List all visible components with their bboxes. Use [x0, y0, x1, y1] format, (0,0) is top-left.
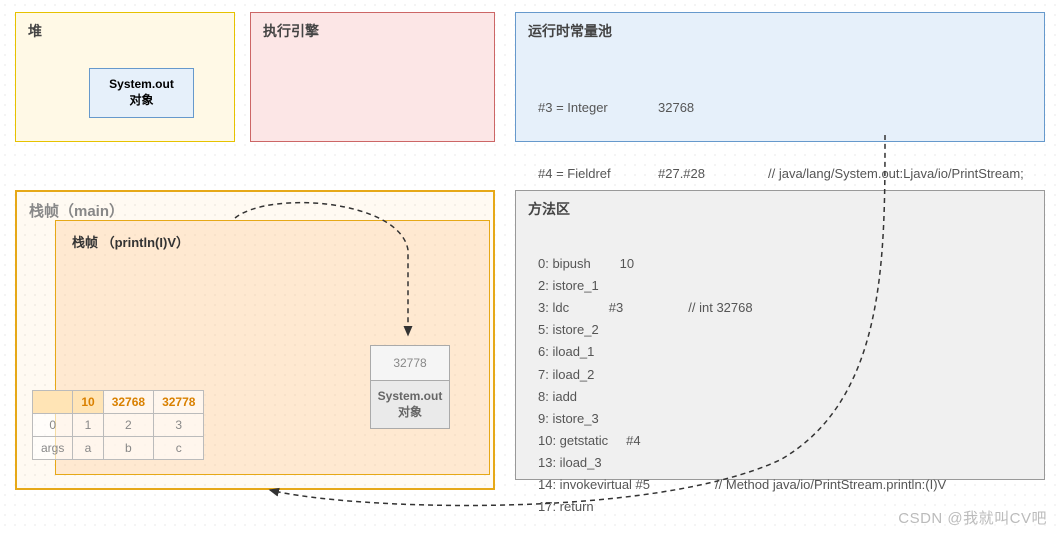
bytecode-line: 6: iload_1 — [538, 344, 594, 359]
pool-row-key: #3 = Integer — [538, 97, 658, 119]
frame-main-title: 栈帧（main） — [29, 200, 481, 221]
var-cell: b — [103, 437, 153, 460]
bytecode-line: 0: bipush 10 — [538, 256, 634, 271]
pool-row: #4 = Fieldref #27.#28 // java/lang/Syste… — [538, 163, 1032, 185]
bytecode-line: 8: iadd — [538, 389, 577, 404]
bytecode-line: 13: iload_3 — [538, 455, 602, 470]
var-cell: 32768 — [103, 391, 153, 414]
constant-pool-box: 运行时常量池 #3 = Integer 32768 #4 = Fieldref … — [515, 12, 1045, 142]
pool-row: #3 = Integer 32768 — [538, 97, 1032, 119]
bytecode-listing: 0: bipush 10 2: istore_1 3: ldc #3 // in… — [528, 225, 1032, 518]
table-row: 10 32768 32778 — [33, 391, 204, 414]
stack-obj-line1: System.out — [378, 389, 443, 403]
var-cell: 10 — [73, 391, 103, 414]
bytecode-line: 5: istore_2 — [538, 322, 599, 337]
stack-object: System.out 对象 — [371, 381, 449, 428]
bytecode-line: 7: iload_2 — [538, 367, 594, 382]
engine-title: 执行引擎 — [263, 21, 482, 41]
operand-stack: 32778 System.out 对象 — [370, 345, 450, 429]
var-cell: c — [154, 437, 204, 460]
var-cell: 1 — [73, 414, 103, 437]
pool-row-val: 32768 — [658, 97, 768, 119]
pool-row-comment: // java/lang/System.out:Ljava/io/PrintSt… — [768, 163, 1032, 185]
system-out-object: System.out 对象 — [89, 68, 194, 118]
heap-title: 堆 — [28, 21, 222, 41]
frame-println-title: 栈帧 （println(I)V） — [72, 232, 189, 251]
bytecode-line: 10: getstatic #4 — [538, 433, 641, 448]
heap-box: 堆 System.out 对象 — [15, 12, 235, 142]
pool-row-val: #27.#28 — [658, 163, 768, 185]
var-cell — [33, 391, 73, 414]
methods-title: 方法区 — [528, 199, 1032, 219]
local-var-table: 10 32768 32778 0 1 2 3 args a b c — [32, 390, 204, 460]
stack-value: 32778 — [371, 346, 449, 381]
pool-row-key: #4 = Fieldref — [538, 163, 658, 185]
bytecode-line: 17: return — [538, 499, 594, 514]
var-cell: 3 — [154, 414, 204, 437]
table-row: args a b c — [33, 437, 204, 460]
pool-title: 运行时常量池 — [528, 21, 1032, 41]
bytecode-line: 14: invokevirtual #5 // Method java/io/P… — [538, 477, 946, 492]
engine-box: 执行引擎 — [250, 12, 495, 142]
var-cell: a — [73, 437, 103, 460]
var-cell: 0 — [33, 414, 73, 437]
var-cell: args — [33, 437, 73, 460]
bytecode-line: 2: istore_1 — [538, 278, 599, 293]
stack-obj-line2: 对象 — [398, 405, 422, 419]
bytecode-line: 3: ldc #3 // int 32768 — [538, 300, 753, 315]
var-cell: 32778 — [154, 391, 204, 414]
table-row: 0 1 2 3 — [33, 414, 204, 437]
sysout-line2: 对象 — [129, 93, 153, 107]
var-cell: 2 — [103, 414, 153, 437]
sysout-line1: System.out — [109, 77, 174, 91]
bytecode-line: 9: istore_3 — [538, 411, 599, 426]
watermark: CSDN @我就叫CV吧 — [898, 507, 1047, 528]
pool-row-comment — [768, 97, 1032, 119]
method-area-box: 方法区 0: bipush 10 2: istore_1 3: ldc #3 /… — [515, 190, 1045, 480]
